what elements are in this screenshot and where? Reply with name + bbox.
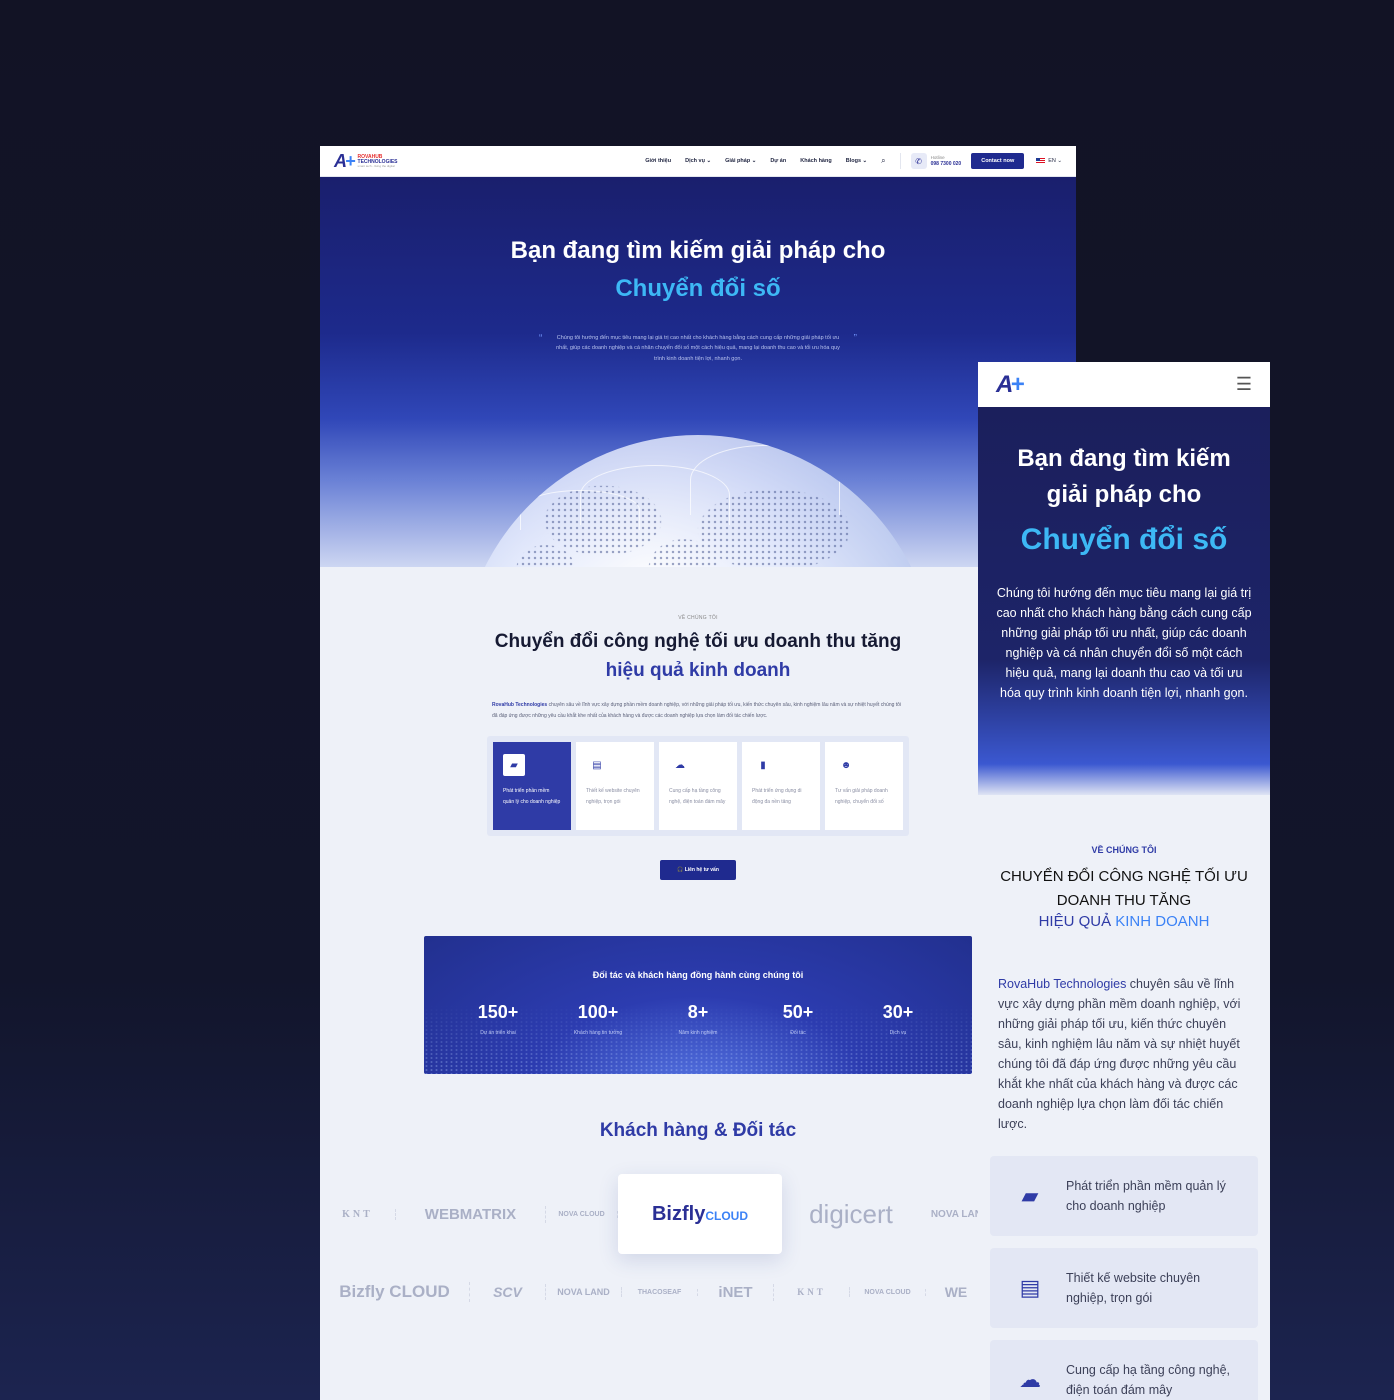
partner-logo: WEBMATRIX — [396, 1205, 546, 1223]
partner-logo: WE — [944, 1284, 968, 1300]
service-card[interactable]: ▰ Phát triển phần mềm quản lý cho doanh … — [990, 1156, 1258, 1236]
laptop-icon: ▰ — [503, 754, 525, 776]
cloud-icon: ☁ — [675, 759, 685, 771]
logo-mark: A+ — [334, 150, 355, 171]
laptop-icon: ▰ — [1021, 1183, 1039, 1208]
main-menu: Giới thiệu Dịch vụ ⌄ Giải pháp ⌄ Dự án K… — [645, 156, 885, 166]
about-eyebrow: VỀ CHÚNG TÔI — [1091, 845, 1157, 855]
cloud-icon: ☁ — [1019, 1367, 1041, 1392]
company-name: RovaHub Technologies — [998, 977, 1127, 991]
partner-logo: iNET — [698, 1283, 774, 1301]
partners-title: Khách hàng & Đối tác — [599, 1120, 797, 1141]
service-card[interactable]: ☁ Cung cấp hạ tầng công nghệ, điện toán … — [659, 742, 737, 830]
mobile-icon: ▮ — [760, 759, 766, 771]
about-title: Chuyển đổi công nghệ tối ưu doanh thu tă… — [494, 631, 902, 652]
desktop-mockup: A+ ROVAHUB TECHNOLOGIES smart tech - liv… — [320, 146, 1076, 1400]
globe-illustration — [460, 435, 936, 567]
about-eyebrow: VỀ CHÚNG TÔI — [678, 615, 718, 621]
menu-item-blogs[interactable]: Blogs ⌄ — [846, 158, 867, 164]
stat-item: 100+ Khách hàng tin tưởng — [573, 1002, 623, 1036]
about-highlight: hiệu quả kinh doanh — [605, 660, 791, 681]
phone-icon: ✆ — [910, 153, 927, 169]
browser-icon: ▤ — [1019, 1275, 1041, 1300]
service-card[interactable]: ▤ Thiết kế website chuyên nghiệp, trọn g… — [990, 1248, 1258, 1328]
hotline[interactable]: ✆ Hotline 098 7300 020 — [899, 153, 962, 169]
language-selector[interactable]: EN ⌄ — [1036, 158, 1062, 164]
logo[interactable]: A+ ROVAHUB TECHNOLOGIES smart tech - liv… — [334, 151, 398, 172]
browser-icon: ▤ — [592, 759, 602, 771]
mobile-mockup: A+ ☰ Bạn đang tìm kiếm giải pháp cho Chu… — [978, 362, 1270, 1400]
mobile-navbar: A+ ☰ — [978, 362, 1270, 407]
menu-item-about[interactable]: Giới thiệu — [645, 158, 671, 164]
hotline-number: 098 7300 020 — [930, 160, 962, 167]
partner-logo: KNT — [320, 1208, 396, 1220]
service-card[interactable]: ☁ Cung cấp hạ tầng công nghệ, điện toán … — [990, 1340, 1258, 1400]
stat-item: 50+ Đối tác — [782, 1002, 814, 1036]
hero-title: Bạn đang tìm kiếm giải pháp cho — [1017, 445, 1231, 508]
mobile-about-section: VỀ CHÚNG TÔI CHUYỂN ĐỔI CÔNG NGHỆ TỐI ƯU… — [978, 795, 1270, 1134]
stat-item: 150+ Dự án triển khai — [477, 1002, 519, 1036]
logo[interactable]: A+ — [996, 371, 1024, 399]
about-description: RovaHub Technologies chuyên sâu về lĩnh … — [492, 702, 902, 719]
partner-logos-row-1: KNT WEBMATRIX NOVA CLOUD BizflyCLOUD dig… — [320, 1174, 1076, 1254]
language-label: EN ⌄ — [1048, 158, 1062, 164]
stats-banner: Đối tác và khách hàng đồng hành cùng chú… — [424, 936, 972, 1074]
menu-item-solutions[interactable]: Giải pháp ⌄ — [725, 158, 756, 164]
logo-tagline: smart tech - living the digital — [357, 163, 395, 168]
hero-section: Bạn đang tìm kiếm giải pháp cho Chuyển đ… — [320, 177, 1076, 567]
service-card[interactable]: ▤ Thiết kế website chuyên nghiệp, trọn g… — [576, 742, 654, 830]
hero-title: Bạn đang tìm kiếm giải pháp cho — [510, 237, 886, 264]
contact-now-button[interactable]: Contact now — [971, 153, 1025, 169]
us-flag-icon — [1036, 158, 1046, 164]
search-icon[interactable]: ⌕ — [881, 156, 885, 166]
service-card[interactable]: ▰ Phát triển phần mềm quản lý cho doanh … — [493, 742, 571, 830]
quote-open-icon: “ — [539, 333, 543, 344]
about-highlight: HIỆU QUẢ KINH DOANH — [1038, 913, 1210, 930]
partner-logo: Bizfly CLOUD — [320, 1282, 470, 1302]
consult-button[interactable]: 🎧 Liên hệ tư vấn — [660, 860, 736, 880]
about-title: CHUYỂN ĐỔI CÔNG NGHỆ TỐI ƯU DOANH THU TĂ… — [1000, 868, 1248, 909]
mobile-hero-section: Bạn đang tìm kiếm giải pháp cho Chuyển đ… — [978, 407, 1270, 795]
about-description: RovaHub Technologies chuyên sâu về lĩnh … — [998, 977, 1241, 1131]
quote-close-icon: ” — [853, 333, 857, 344]
service-card[interactable]: ☻ Tư vấn giải pháp doanh nghiệp, chuyển … — [825, 742, 903, 830]
partner-logo: NOVA LAND — [546, 1287, 622, 1297]
company-name: RovaHub Technologies — [492, 702, 548, 708]
hero-description-wrap: “ Chúng tôi hướng đến mục tiêu mang lại … — [539, 333, 857, 364]
menu-item-services[interactable]: Dịch vụ ⌄ — [685, 158, 711, 164]
menu-item-projects[interactable]: Dự án — [770, 158, 786, 164]
service-cards: ▰ Phát triển phần mềm quản lý cho doanh … — [487, 736, 909, 836]
stats-heading: Đối tác và khách hàng đồng hành cùng chú… — [592, 970, 804, 980]
hero-highlight: Chuyển đổi số — [1020, 523, 1228, 556]
partner-logo: THACOSEAF — [622, 1288, 698, 1296]
partner-logo: NOVA CLOUD — [546, 1210, 618, 1218]
partner-logo: NOVA CLOUD — [850, 1288, 926, 1296]
stat-item: 8+ Năm kinh nghiệm — [678, 1002, 718, 1036]
service-card[interactable]: ▮ Phát triển ứng dụng di động đa nền tản… — [742, 742, 820, 830]
hero-description: Chúng tôi hướng đến mục tiêu mang lại gi… — [996, 586, 1252, 700]
partner-logo: KNT — [774, 1287, 850, 1297]
about-section: VỀ CHÚNG TÔI Chuyển đổi công nghệ tối ưu… — [320, 567, 1076, 880]
partner-logo: SCV — [470, 1284, 546, 1300]
hamburger-icon[interactable]: ☰ — [1236, 374, 1252, 395]
desktop-navbar: A+ ROVAHUB TECHNOLOGIES smart tech - liv… — [320, 146, 1076, 177]
partner-logo-highlighted: BizflyCLOUD — [618, 1174, 782, 1254]
hero-highlight: Chuyển đổi số — [615, 275, 781, 302]
partner-logos-row-2: Bizfly CLOUD SCV NOVA LAND THACOSEAF iNE… — [320, 1270, 1076, 1314]
menu-item-customers[interactable]: Khách hàng — [800, 158, 831, 164]
consultant-icon: ☻ — [840, 759, 852, 771]
stat-item: 30+ Dịch vụ — [882, 1002, 914, 1036]
partner-logo: digicert — [809, 1198, 893, 1229]
hero-description: Chúng tôi hướng đến mục tiêu mang lại gi… — [556, 335, 840, 362]
